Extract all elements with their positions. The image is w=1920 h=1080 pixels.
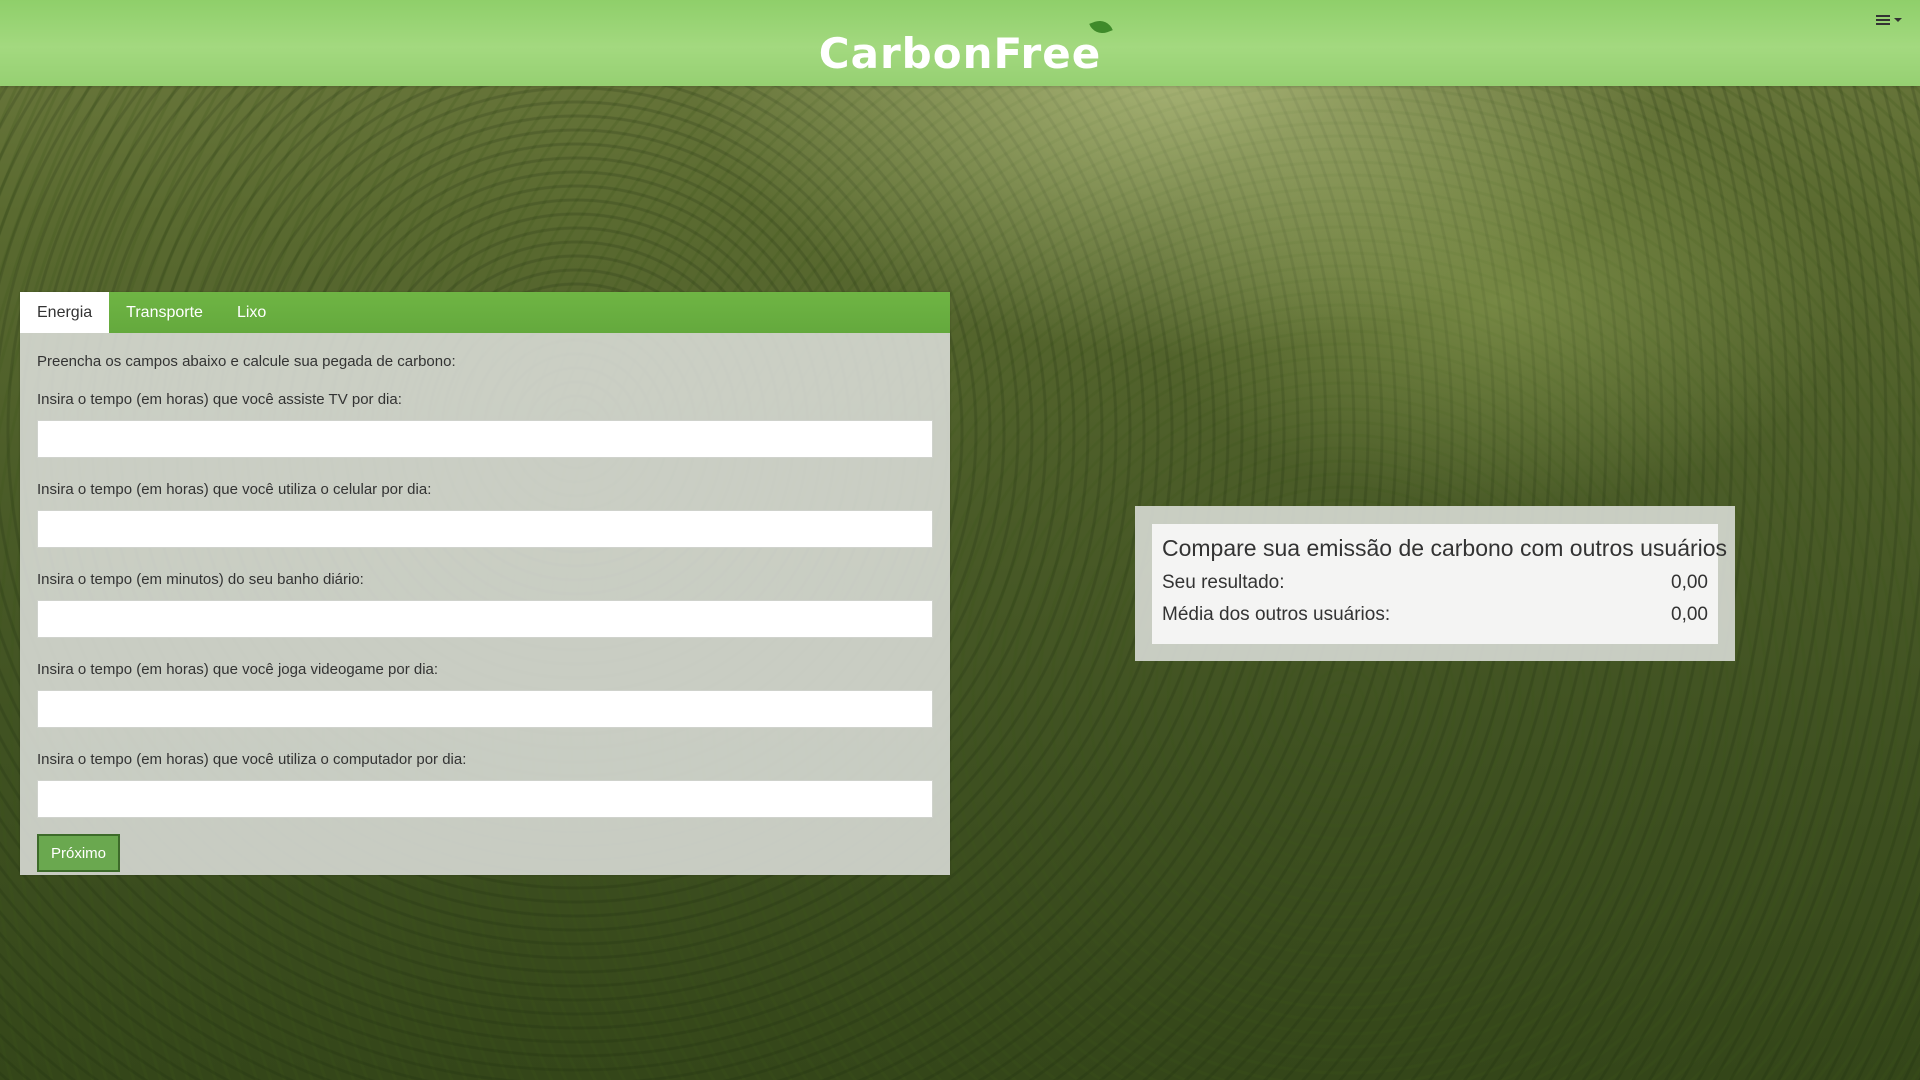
hamburger-menu-icon	[1876, 15, 1890, 25]
average-row: Média dos outros usuários: 0,00	[1162, 599, 1708, 631]
compare-title: Compare sua emissão de carbono com outro…	[1162, 535, 1728, 561]
computer-hours-input[interactable]	[37, 780, 933, 818]
logo[interactable]: CarbonFree	[0, 17, 1920, 82]
result-value: 0,00	[1671, 572, 1708, 593]
compare-card: Compare sua emissão de carbono com outro…	[1152, 524, 1728, 644]
tv-hours-label: Insira o tempo (em horas) que você assis…	[37, 391, 402, 408]
form-body: Preencha os campos abaixo e calcule sua …	[20, 333, 950, 872]
menu-toggle-button[interactable]	[1876, 10, 1902, 30]
compare-panel: Compare sua emissão de carbono com outro…	[1135, 506, 1735, 661]
caret-down-icon	[1894, 18, 1902, 22]
result-row: Seu resultado: 0,00	[1162, 567, 1708, 599]
logo-text: CarbonFree	[818, 29, 1102, 78]
average-label: Média dos outros usuários:	[1162, 604, 1391, 625]
top-header: CarbonFree	[0, 0, 1920, 86]
videogame-hours-input[interactable]	[37, 690, 933, 728]
phone-hours-input[interactable]	[37, 510, 933, 548]
phone-hours-label: Insira o tempo (em horas) que você utili…	[37, 481, 432, 498]
tab-lixo[interactable]: Lixo	[220, 292, 283, 333]
shower-minutes-input[interactable]	[37, 600, 933, 638]
form-intro: Preencha os campos abaixo e calcule sua …	[37, 353, 456, 370]
average-value: 0,00	[1671, 604, 1708, 625]
tab-transporte[interactable]: Transporte	[109, 292, 220, 333]
next-button[interactable]: Próximo	[37, 834, 121, 872]
tab-bar: Energia Transporte Lixo	[20, 292, 950, 333]
tv-hours-input[interactable]	[37, 420, 933, 458]
videogame-hours-label: Insira o tempo (em horas) que você joga …	[37, 661, 439, 678]
result-label: Seu resultado:	[1162, 572, 1285, 593]
shower-minutes-label: Insira o tempo (em minutos) do seu banho…	[37, 571, 364, 588]
computer-hours-label: Insira o tempo (em horas) que você utili…	[37, 751, 467, 768]
tab-energia[interactable]: Energia	[20, 292, 110, 333]
energy-form-panel: Energia Transporte Lixo Preencha os camp…	[20, 292, 950, 875]
